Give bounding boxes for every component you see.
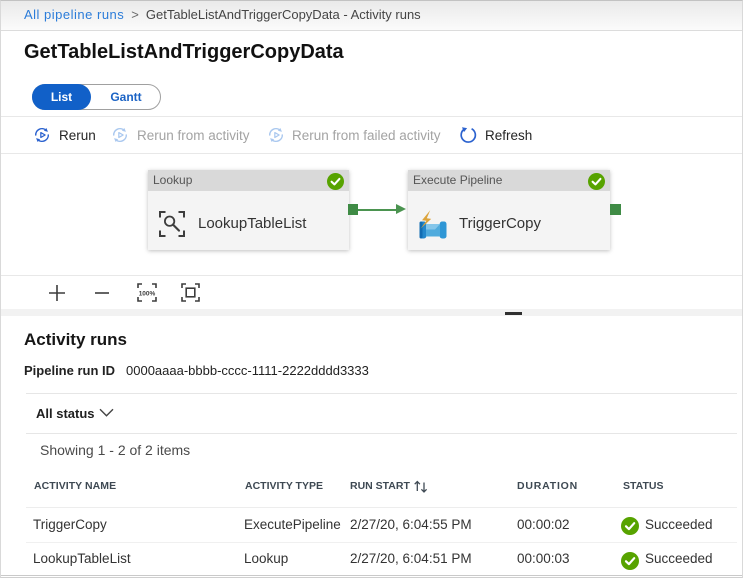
- svg-text:100%: 100%: [139, 291, 156, 298]
